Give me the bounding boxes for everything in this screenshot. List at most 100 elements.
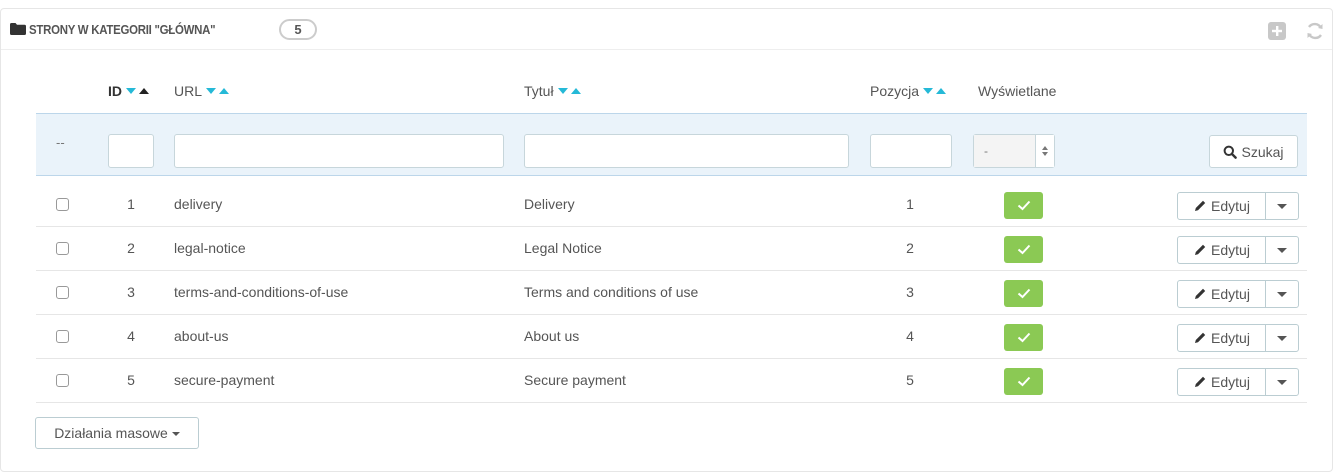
row-actions-dropdown[interactable]	[1266, 237, 1298, 263]
panel-title: Strony w kategorii "Główna"	[29, 21, 216, 37]
filter-title-input[interactable]	[524, 134, 849, 168]
row-title: About us	[524, 328, 580, 344]
edit-button[interactable]: Edytuj	[1178, 193, 1266, 219]
column-header-url: URL	[174, 83, 230, 99]
row-checkbox[interactable]	[56, 330, 69, 343]
search-button-label: Szukaj	[1241, 143, 1284, 160]
check-icon	[1017, 332, 1030, 343]
row-title: Legal Notice	[524, 240, 602, 256]
filter-row: -- - Szukaj	[36, 113, 1307, 176]
panel-heading: Strony w kategorii "Główna"	[1, 9, 1332, 50]
table-row: 3 terms-and-conditions-of-use Terms and …	[36, 271, 1307, 315]
filter-position-input[interactable]	[870, 134, 952, 168]
edit-button-label: Edytuj	[1211, 242, 1250, 258]
displayed-toggle[interactable]	[1004, 324, 1043, 351]
pencil-icon	[1195, 332, 1206, 343]
displayed-toggle[interactable]	[1004, 236, 1043, 263]
displayed-toggle[interactable]	[1004, 192, 1043, 219]
filter-displayed-value: -	[974, 135, 1035, 167]
caret-down-icon	[171, 432, 180, 436]
bulk-actions-label: Działania masowe	[54, 425, 168, 441]
column-header-displayed: Wyświetlane	[978, 83, 1056, 99]
edit-button-group: Edytuj	[1177, 368, 1299, 396]
row-position[interactable]: 4	[900, 328, 920, 344]
column-header-url-label: URL	[174, 83, 203, 99]
row-url: about-us	[174, 328, 229, 344]
sort-asc-icon[interactable]	[570, 88, 581, 94]
cms-pages-panel: Strony w kategorii "Główna" 5 ID URL	[0, 8, 1333, 472]
row-title: Terms and conditions of use	[524, 284, 699, 300]
row-id: 3	[127, 284, 135, 300]
row-id: 2	[127, 240, 135, 256]
sort-desc-icon[interactable]	[206, 88, 217, 94]
row-actions-dropdown[interactable]	[1266, 281, 1298, 307]
edit-button-label: Edytuj	[1211, 286, 1250, 302]
row-actions-dropdown[interactable]	[1266, 369, 1298, 395]
bulk-filter-placeholder: --	[56, 135, 65, 150]
row-actions-dropdown[interactable]	[1266, 193, 1298, 219]
table-row: 2 legal-notice Legal Notice 2 Edytuj	[36, 227, 1307, 271]
row-checkbox[interactable]	[56, 286, 69, 299]
caret-down-icon	[1277, 247, 1287, 253]
caret-down-icon	[1277, 291, 1287, 297]
sort-asc-icon[interactable]	[219, 88, 230, 94]
filter-url-input[interactable]	[174, 134, 504, 168]
edit-button[interactable]: Edytuj	[1178, 325, 1266, 351]
table-row: 1 delivery Delivery 1 Edytuj	[36, 183, 1307, 227]
sort-desc-icon[interactable]	[126, 88, 136, 94]
column-header-title-label: Tytuł	[524, 83, 554, 99]
column-header-position-label: Pozycja	[870, 83, 920, 99]
displayed-toggle[interactable]	[1004, 280, 1043, 307]
row-position[interactable]: 1	[900, 196, 920, 212]
edit-button[interactable]: Edytuj	[1178, 281, 1266, 307]
edit-button-group: Edytuj	[1177, 192, 1299, 220]
row-actions-dropdown[interactable]	[1266, 325, 1298, 351]
sort-desc-icon[interactable]	[923, 88, 934, 94]
select-arrows-icon	[1035, 135, 1054, 167]
edit-button[interactable]: Edytuj	[1178, 237, 1266, 263]
edit-button[interactable]: Edytuj	[1178, 369, 1266, 395]
row-position[interactable]: 5	[900, 372, 920, 388]
row-position[interactable]: 2	[900, 240, 920, 256]
pencil-icon	[1195, 200, 1206, 211]
refresh-icon[interactable]	[1305, 21, 1325, 41]
folder-icon	[10, 23, 26, 35]
displayed-toggle[interactable]	[1004, 368, 1043, 395]
bulk-actions-button[interactable]: Działania masowe	[35, 417, 199, 449]
add-new-icon[interactable]	[1267, 21, 1287, 41]
filter-displayed-select[interactable]: -	[973, 134, 1055, 168]
column-header-id: ID	[108, 83, 149, 99]
caret-down-icon	[1277, 379, 1287, 385]
pencil-icon	[1195, 244, 1206, 255]
row-title: Secure payment	[524, 372, 626, 388]
table-row: 5 secure-payment Secure payment 5 Edytuj	[36, 359, 1307, 403]
row-id: 4	[127, 328, 135, 344]
edit-button-label: Edytuj	[1211, 198, 1250, 214]
row-id: 1	[127, 196, 135, 212]
row-url: secure-payment	[174, 372, 275, 388]
row-checkbox[interactable]	[56, 374, 69, 387]
row-position[interactable]: 3	[900, 284, 920, 300]
edit-button-group: Edytuj	[1177, 280, 1299, 308]
edit-button-group: Edytuj	[1177, 324, 1299, 352]
caret-down-icon	[1277, 335, 1287, 341]
row-url: legal-notice	[174, 240, 246, 256]
column-header-id-label: ID	[108, 83, 122, 99]
row-url: terms-and-conditions-of-use	[174, 284, 349, 300]
pencil-icon	[1195, 376, 1206, 387]
sort-asc-icon[interactable]	[936, 88, 947, 94]
edit-button-label: Edytuj	[1211, 330, 1250, 346]
edit-button-label: Edytuj	[1211, 374, 1250, 390]
sort-asc-icon[interactable]	[139, 88, 149, 94]
search-button[interactable]: Szukaj	[1209, 135, 1298, 168]
column-header-position: Pozycja	[870, 83, 947, 99]
table-row: 4 about-us About us 4 Edytuj	[36, 315, 1307, 359]
row-checkbox[interactable]	[56, 198, 69, 211]
row-checkbox[interactable]	[56, 242, 69, 255]
row-title: Delivery	[524, 196, 575, 212]
check-icon	[1017, 288, 1030, 299]
sort-desc-icon[interactable]	[557, 88, 568, 94]
check-icon	[1017, 244, 1030, 255]
filter-id-input[interactable]	[108, 134, 154, 168]
edit-button-group: Edytuj	[1177, 236, 1299, 264]
